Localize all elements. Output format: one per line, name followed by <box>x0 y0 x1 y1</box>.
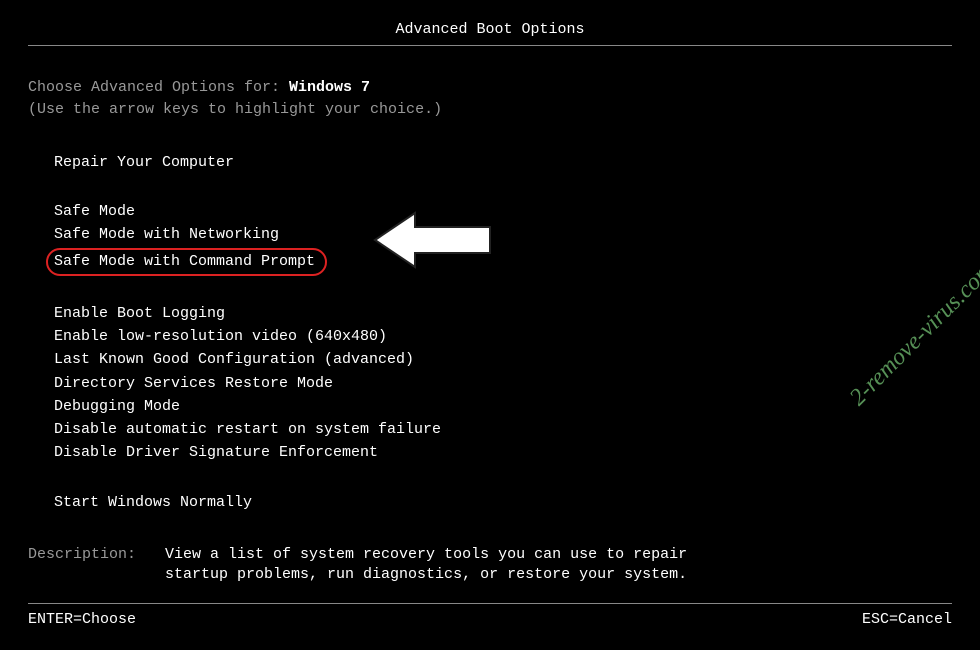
description-label: Description: <box>28 545 156 565</box>
option-group-top: Repair Your Computer <box>50 152 952 175</box>
option-dsrm[interactable]: Directory Services Restore Mode <box>50 373 337 395</box>
description-block: Description: View a list of system recov… <box>28 545 952 586</box>
hint-line: (Use the arrow keys to highlight your ch… <box>28 100 952 120</box>
footer-enter-hint: ENTER=Choose <box>28 610 136 630</box>
option-group-normal: Start Windows Normally <box>50 492 952 515</box>
prompt-line: Choose Advanced Options for: Windows 7 <box>28 78 952 98</box>
boot-options-screen: Advanced Boot Options Choose Advanced Op… <box>0 0 980 650</box>
option-group-advanced: Enable Boot Logging Enable low-resolutio… <box>50 303 952 466</box>
os-name: Windows 7 <box>289 79 370 96</box>
option-safe-mode[interactable]: Safe Mode <box>50 201 139 223</box>
option-boot-logging[interactable]: Enable Boot Logging <box>50 303 229 325</box>
option-safe-mode-networking[interactable]: Safe Mode with Networking <box>50 224 283 246</box>
option-safe-mode-command-prompt[interactable]: Safe Mode with Command Prompt <box>46 248 327 276</box>
title-divider <box>28 45 952 46</box>
prompt-prefix: Choose Advanced Options for: <box>28 79 289 96</box>
option-low-res-video[interactable]: Enable low-resolution video (640x480) <box>50 326 391 348</box>
option-group-safe: Safe Mode Safe Mode with Networking Safe… <box>50 201 952 277</box>
page-title: Advanced Boot Options <box>28 20 952 40</box>
option-repair-computer[interactable]: Repair Your Computer <box>50 152 238 174</box>
description-text: View a list of system recovery tools you… <box>165 545 725 586</box>
option-debugging-mode[interactable]: Debugging Mode <box>50 396 184 418</box>
arrow-left-icon <box>370 205 500 275</box>
option-disable-auto-restart[interactable]: Disable automatic restart on system fail… <box>50 419 445 441</box>
option-last-known-good[interactable]: Last Known Good Configuration (advanced) <box>50 349 418 371</box>
option-disable-driver-signature[interactable]: Disable Driver Signature Enforcement <box>50 442 382 464</box>
footer: ENTER=Choose ESC=Cancel <box>0 603 980 630</box>
footer-divider <box>28 603 952 604</box>
option-start-windows-normally[interactable]: Start Windows Normally <box>50 492 256 514</box>
footer-esc-hint: ESC=Cancel <box>862 610 952 630</box>
